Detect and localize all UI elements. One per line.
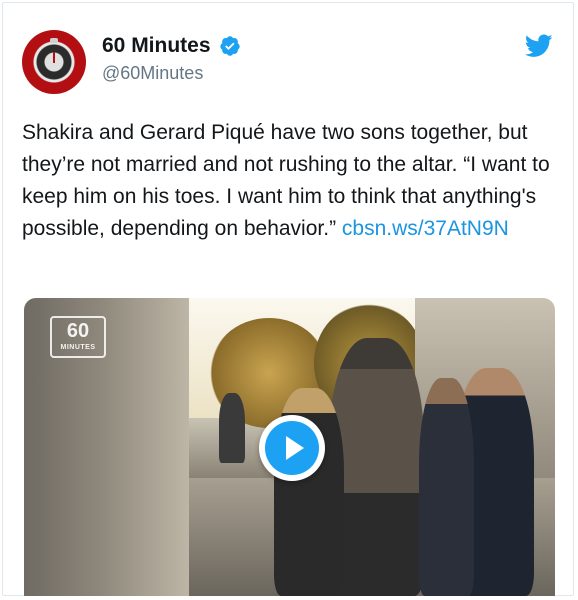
stopwatch-hand: [53, 52, 55, 63]
60-minutes-watermark: 60 MINUTES: [50, 316, 106, 358]
play-button[interactable]: [259, 415, 325, 481]
tweet-link[interactable]: cbsn.ws/37AtN9N: [342, 217, 509, 240]
stopwatch-icon: [50, 38, 58, 43]
video-thumbnail[interactable]: 60 MINUTES: [24, 298, 555, 596]
scene-person: [219, 393, 245, 463]
tweet-header: 60 Minutes @60Minutes: [22, 30, 557, 100]
verified-badge-icon: [219, 36, 240, 56]
name-row: 60 Minutes: [102, 34, 241, 58]
watermark-subtext: MINUTES: [60, 344, 96, 351]
play-icon: [265, 421, 319, 475]
watermark-text: 60: [66, 320, 90, 342]
twitter-bird-icon[interactable]: [525, 34, 553, 58]
scene-person: [419, 378, 474, 596]
display-name[interactable]: 60 Minutes: [102, 34, 211, 58]
tweet-text: Shakira and Gerard Piqué have two sons t…: [22, 117, 562, 245]
avatar[interactable]: [22, 30, 86, 94]
account-handle[interactable]: @60Minutes: [102, 63, 203, 84]
scene-building-left: [24, 298, 189, 596]
